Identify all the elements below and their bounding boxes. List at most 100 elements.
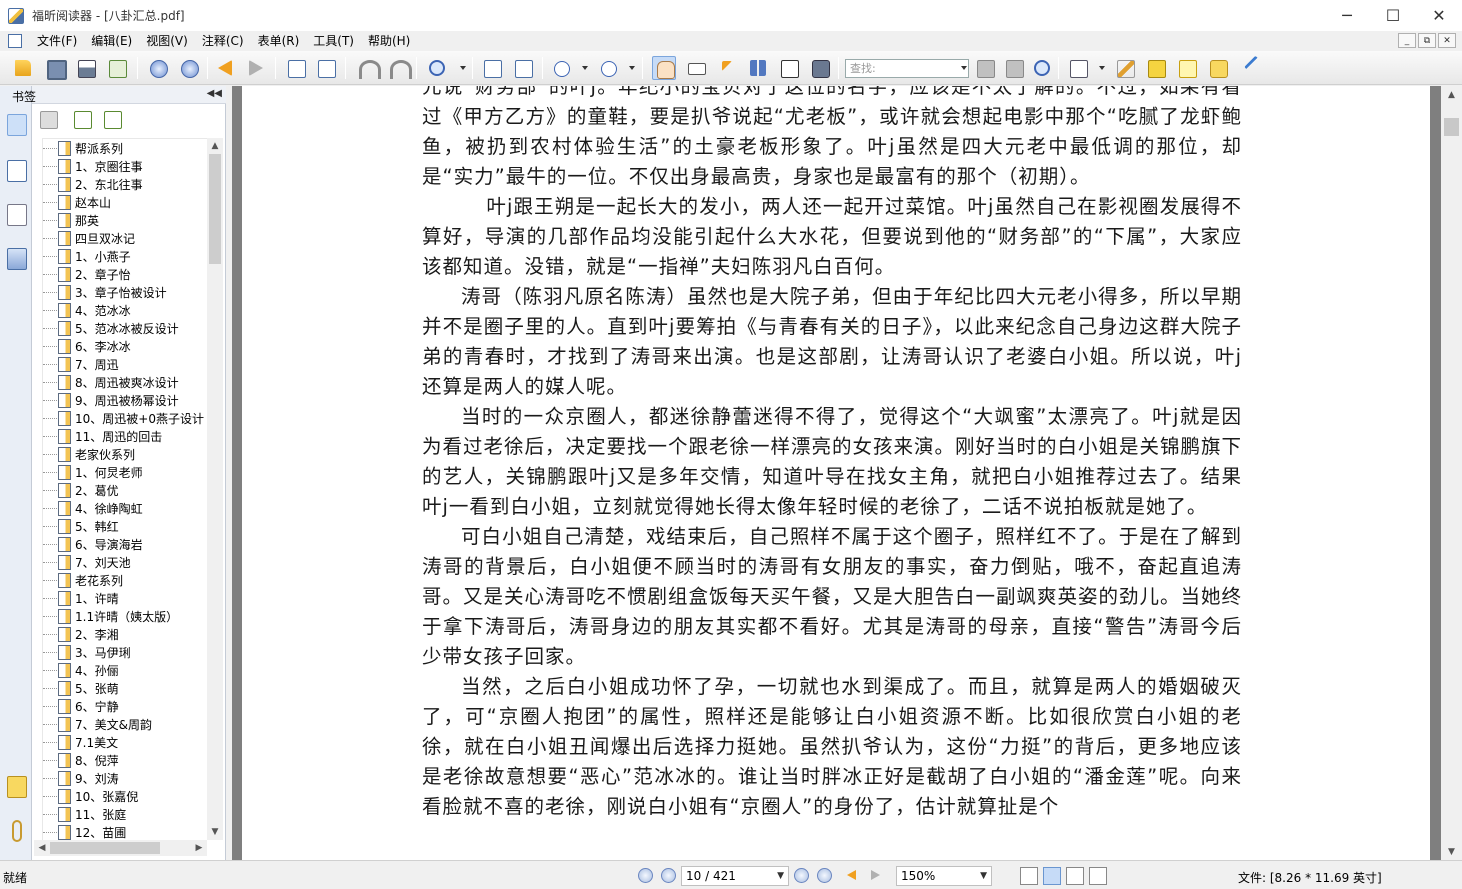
select-text-icon[interactable] — [684, 56, 708, 80]
bookmark-item[interactable]: 3、马伊琍 — [43, 643, 131, 661]
arrow-tool-icon[interactable] — [1237, 56, 1261, 80]
document-vertical-scrollbar[interactable]: ▲ ▼ — [1441, 86, 1462, 860]
bookmark-item[interactable]: 2、章子怡 — [43, 265, 131, 283]
annotations-panel-icon[interactable] — [7, 204, 27, 226]
rotate-left-icon[interactable] — [355, 56, 381, 80]
bookmark-item[interactable]: 5、张萌 — [43, 679, 119, 697]
menu-edit[interactable]: 编辑(E) — [84, 31, 139, 51]
continuous-facing-view-icon[interactable] — [1089, 867, 1107, 885]
scroll-up-arrow-icon[interactable]: ▲ — [207, 138, 223, 154]
search-input[interactable]: 查找: — [845, 59, 969, 78]
bookmark-item[interactable]: 9、刘涛 — [43, 769, 119, 787]
bookmark-item[interactable]: 1.1许晴（姨太版） — [43, 607, 178, 625]
menu-help[interactable]: 帮助(H) — [361, 31, 417, 51]
previous-page-icon[interactable] — [146, 56, 170, 80]
note-dropdown-caret[interactable] — [1099, 66, 1105, 70]
first-page-icon[interactable] — [638, 868, 653, 883]
status-next-page-icon[interactable] — [794, 868, 809, 883]
zoom-level-select[interactable]: 150% ▼ — [896, 866, 992, 886]
close-button[interactable]: ✕ — [1416, 0, 1462, 31]
bookmarks-panel-icon[interactable] — [7, 114, 27, 136]
comments-panel-icon[interactable] — [7, 776, 27, 798]
add-child-bookmark-icon[interactable] — [104, 111, 122, 129]
bookmark-item[interactable]: 2、葛优 — [43, 481, 119, 499]
textbox-tool-icon[interactable] — [1175, 56, 1199, 80]
bookmark-item[interactable]: 7、刘天池 — [43, 553, 131, 571]
note-tool-icon[interactable] — [1066, 56, 1090, 80]
bookmark-item[interactable]: 3、章子怡被设计 — [43, 283, 167, 301]
comment-tool-icon[interactable] — [1206, 56, 1230, 80]
delete-bookmark-icon[interactable] — [40, 111, 58, 129]
status-previous-page-icon[interactable] — [661, 868, 676, 883]
bookmark-item[interactable]: 1、小燕子 — [43, 247, 131, 265]
minimize-button[interactable]: ─ — [1324, 0, 1370, 31]
next-view-icon[interactable] — [867, 868, 883, 883]
bookmark-item[interactable]: 11、周迅的回击 — [43, 427, 162, 445]
bookmark-item[interactable]: 8、周迅被爽冰设计 — [43, 373, 179, 391]
doc-close-button[interactable]: ✕ — [1438, 33, 1456, 48]
next-page-icon[interactable] — [177, 56, 201, 80]
extract-page-icon[interactable] — [314, 56, 338, 80]
document-icon[interactable] — [8, 34, 22, 48]
fit-width-icon[interactable] — [511, 56, 535, 80]
add-bookmark-icon[interactable] — [74, 111, 92, 129]
bookmarks-scroll-thumb[interactable] — [209, 154, 221, 264]
doc-minimize-button[interactable]: _ — [1398, 33, 1416, 48]
bookmarks-hscroll-thumb[interactable] — [50, 842, 160, 854]
bookmark-item[interactable]: 7.1美文 — [43, 733, 118, 751]
rotate-right-icon[interactable] — [386, 56, 412, 80]
go-forward-icon[interactable] — [244, 56, 268, 80]
bookmark-item[interactable]: 5、韩红 — [43, 517, 119, 535]
scroll-down-arrow-icon[interactable]: ▼ — [207, 824, 223, 840]
bookmark-item[interactable]: 1、许晴 — [43, 589, 119, 607]
email-icon[interactable] — [105, 56, 129, 80]
zoom-icon[interactable] — [425, 56, 449, 80]
bookmark-item[interactable]: 7、美文&周韵 — [43, 715, 152, 733]
highlight-tool-icon[interactable] — [1144, 56, 1168, 80]
menu-view[interactable]: 视图(V) — [139, 31, 195, 51]
bookmark-item[interactable]: 老花系列 — [43, 571, 123, 589]
doc-restore-button[interactable]: ⧉ — [1418, 33, 1436, 48]
bookmark-item[interactable]: 赵本山 — [43, 193, 111, 211]
insert-page-icon[interactable] — [284, 56, 308, 80]
menu-comment[interactable]: 注释(C) — [195, 31, 251, 51]
search-dropdown-caret[interactable] — [961, 66, 967, 70]
bookmark-item[interactable]: 1、何炅老师 — [43, 463, 143, 481]
page-dropdown-icon[interactable]: ▼ — [777, 867, 784, 885]
select-annotation-icon[interactable] — [715, 56, 739, 80]
find-previous-icon[interactable] — [973, 56, 997, 80]
last-page-icon[interactable] — [817, 868, 832, 883]
document-view[interactable]: 元说“财务部”的叶j。年纪小的宝贝对于这位的名字，应该是不太了解的。不过，如果有… — [232, 86, 1441, 860]
continuous-view-icon[interactable] — [1043, 867, 1061, 885]
go-back-icon[interactable] — [213, 56, 237, 80]
collapse-panel-icon[interactable]: ◀◀ — [207, 88, 222, 99]
bookmarks-horizontal-scrollbar[interactable]: ◀ ▶ — [34, 840, 207, 856]
bookmark-item[interactable]: 6、导演海岩 — [43, 535, 143, 553]
bookmark-item[interactable]: 那英 — [43, 211, 99, 229]
bookmark-item[interactable]: 2、李湘 — [43, 625, 119, 643]
find-next-icon[interactable] — [1002, 56, 1026, 80]
bookmark-item[interactable]: 老家伙系列 — [43, 445, 135, 463]
bookmark-item[interactable]: 5、范冰冰被反设计 — [43, 319, 179, 337]
pencil-tool-icon[interactable] — [1113, 56, 1137, 80]
doc-scroll-down-arrow-icon[interactable]: ▼ — [1441, 843, 1462, 860]
bookmark-item[interactable]: 10、张嘉倪 — [43, 787, 138, 805]
typewriter-icon[interactable] — [777, 56, 801, 80]
pages-panel-icon[interactable] — [7, 160, 27, 182]
zoom-in-icon[interactable] — [596, 56, 620, 80]
bookmark-item[interactable]: 4、孙俪 — [43, 661, 119, 679]
bookmark-item[interactable]: 6、宁静 — [43, 697, 119, 715]
pdf-page[interactable]: 元说“财务部”的叶j。年纪小的宝贝对于这位的名字，应该是不太了解的。不过，如果有… — [242, 86, 1430, 860]
print-icon[interactable] — [74, 56, 98, 80]
bookmark-item[interactable]: 8、倪萍 — [43, 751, 119, 769]
bookmark-item[interactable]: 7、周迅 — [43, 355, 119, 373]
zoom-out-icon[interactable] — [549, 56, 573, 80]
bookmark-item[interactable]: 4、范冰冰 — [43, 301, 131, 319]
bookmark-item[interactable]: 1、京圈往事 — [43, 157, 143, 175]
attachments-panel-icon[interactable] — [12, 820, 22, 842]
hand-tool-icon[interactable] — [652, 56, 676, 80]
save-icon[interactable] — [43, 56, 67, 80]
scroll-right-arrow-icon[interactable]: ▶ — [191, 840, 207, 856]
bookmark-item[interactable]: 帮派系列 — [43, 139, 123, 157]
facing-view-icon[interactable] — [1066, 867, 1084, 885]
